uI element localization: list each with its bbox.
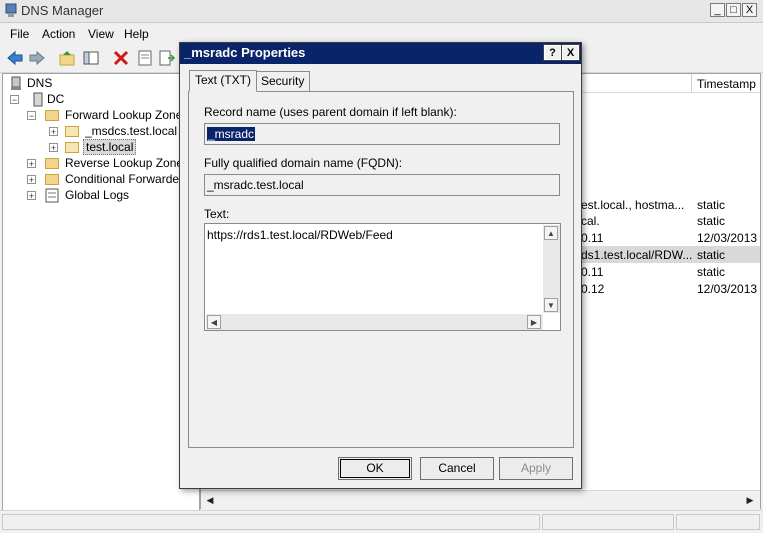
cell-timestamp: static [697, 248, 726, 262]
maximize-button[interactable]: □ [726, 3, 741, 17]
textarea-vertical-scrollbar[interactable]: ▲ ▼ [543, 225, 560, 313]
text-value-textarea[interactable]: https://rds1.test.local/RDWeb/Feed ▲ ▼ ◀… [204, 223, 561, 331]
delete-icon[interactable] [112, 49, 130, 67]
collapse-forward-zones-icon[interactable]: − [27, 111, 36, 121]
collapse-dc-icon[interactable]: − [10, 95, 19, 105]
expand-icon[interactable]: + [49, 143, 58, 153]
log-icon [45, 188, 59, 203]
cell-data: 0.11 [581, 265, 604, 279]
text-value: https://rds1.test.local/RDWeb/Feed [207, 228, 393, 242]
export-list-icon[interactable] [158, 49, 176, 67]
tab-text-txt[interactable]: Text (TXT) [189, 70, 257, 92]
status-segment [676, 514, 760, 530]
cell-timestamp: static [697, 214, 726, 228]
expand-icon[interactable]: + [27, 159, 36, 169]
show-hide-tree-icon[interactable] [82, 49, 100, 67]
scroll-down-icon[interactable]: ▼ [544, 298, 558, 312]
apply-button[interactable]: Apply [499, 457, 573, 480]
menu-action[interactable]: Action [42, 27, 75, 41]
properties-icon[interactable] [136, 49, 154, 67]
tree-label: Global Logs [65, 188, 130, 202]
zone-icon [65, 142, 79, 153]
tree-label: _msdcs.test.local [85, 124, 178, 138]
list-horizontal-scrollbar[interactable]: ◀ ▶ [201, 490, 760, 509]
tree-label: Reverse Lookup Zones [65, 156, 190, 170]
scroll-right-icon[interactable]: ▶ [527, 315, 541, 329]
up-folder-icon[interactable] [58, 49, 76, 67]
help-button[interactable]: ? [543, 44, 562, 61]
expand-icon[interactable]: + [27, 175, 36, 185]
title-bar: DNS Manager _ □ X [0, 0, 763, 23]
dialog-title-bar[interactable]: _msradc Properties ? X [180, 43, 581, 64]
folder-icon [45, 174, 59, 185]
fqdn-field: _msradc.test.local [204, 174, 560, 196]
console-tree: DNS − DC − Forward Lookup Zones + _msdcs… [2, 73, 200, 511]
close-button[interactable]: X [742, 3, 757, 17]
expand-icon[interactable]: + [27, 191, 36, 201]
folder-icon [45, 110, 59, 121]
tree-label-dns: DNS [27, 76, 53, 90]
tree-label: Forward Lookup Zones [65, 108, 189, 122]
tree-label-dc: DC [47, 92, 65, 106]
textarea-horizontal-scrollbar[interactable]: ◀ ▶ [206, 314, 543, 330]
menu-view[interactable]: View [88, 27, 114, 41]
status-segment [542, 514, 674, 530]
fqdn-label: Fully qualified domain name (FQDN): [204, 156, 403, 170]
cell-timestamp: static [697, 198, 726, 212]
cell-timestamp: static [697, 265, 726, 279]
column-header-timestamp[interactable]: Timestamp [697, 77, 756, 91]
server-icon [33, 92, 43, 107]
zone-icon [65, 126, 79, 137]
dialog-title: _msradc Properties [184, 45, 306, 60]
window-title: DNS Manager [21, 3, 104, 18]
back-arrow-icon[interactable] [6, 49, 24, 67]
dns-manager-icon [5, 3, 17, 17]
text-label: Text: [204, 207, 230, 221]
minimize-button[interactable]: _ [710, 3, 725, 17]
cell-data: est.local., hostma... [581, 198, 685, 212]
status-bar [0, 510, 763, 533]
properties-dialog: _msradc Properties ? X Text (TXT) Securi… [179, 42, 582, 489]
menu-file[interactable]: File [10, 27, 29, 41]
expand-icon[interactable]: + [49, 127, 58, 137]
dns-server-icon [11, 76, 21, 90]
scroll-left-icon[interactable]: ◀ [207, 315, 221, 329]
tab-security[interactable]: Security [255, 71, 311, 91]
cell-timestamp: 12/03/2013 1 [697, 282, 760, 296]
cancel-button[interactable]: Cancel [420, 457, 494, 480]
record-name-label: Record name (uses parent domain if left … [204, 105, 457, 119]
ok-button[interactable]: OK [338, 457, 412, 480]
status-segment [2, 514, 540, 530]
cell-data: ds1.test.local/RDW... [581, 248, 693, 262]
folder-icon [45, 158, 59, 169]
menu-help[interactable]: Help [124, 27, 149, 41]
cell-data: 0.11 [581, 231, 604, 245]
cell-data: 0.12 [581, 282, 605, 296]
cell-timestamp: 12/03/2013 1 [697, 231, 760, 245]
tree-label: Conditional Forwarders [65, 172, 190, 186]
scroll-right-icon[interactable]: ▶ [742, 492, 758, 508]
record-name-value: _msradc [207, 127, 256, 141]
forward-arrow-icon[interactable] [28, 49, 46, 67]
menu-bar: File Action View Help [0, 23, 763, 44]
tree-label: test.local [83, 139, 137, 155]
scroll-left-icon[interactable]: ◀ [202, 492, 218, 508]
dialog-close-button[interactable]: X [561, 44, 580, 61]
tab-panel-txt: Record name (uses parent domain if left … [188, 91, 574, 448]
record-name-field[interactable]: _msradc [204, 123, 560, 145]
cell-data: cal. [581, 214, 600, 228]
scroll-up-icon[interactable]: ▲ [544, 226, 558, 240]
